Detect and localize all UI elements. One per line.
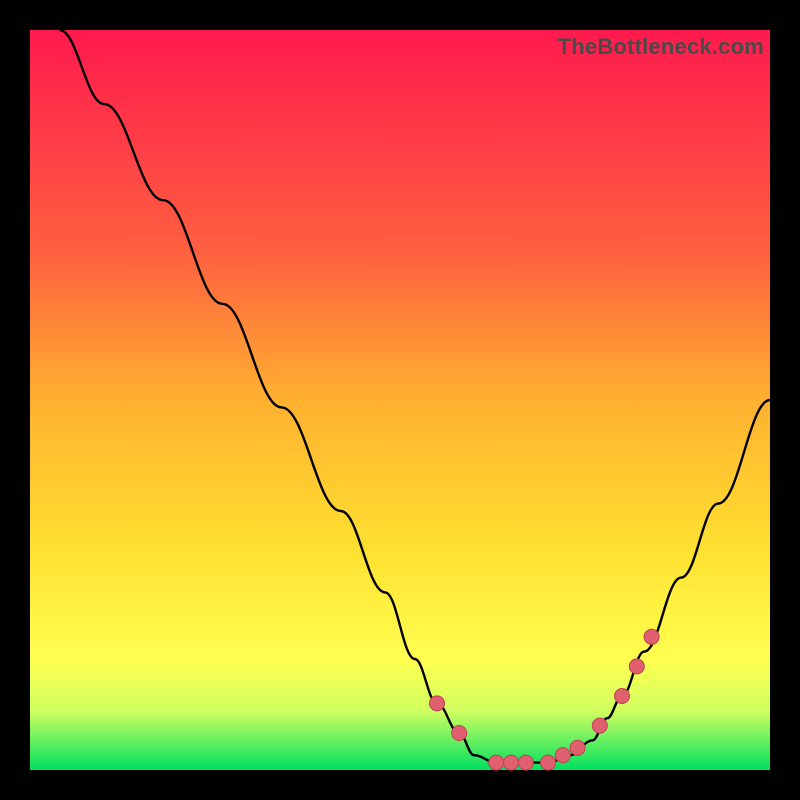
data-dot (452, 726, 467, 741)
data-dot (555, 748, 570, 763)
data-dot (644, 629, 659, 644)
data-dot (518, 755, 533, 770)
plot-area: TheBottleneck.com (30, 30, 770, 770)
data-dot (541, 755, 556, 770)
data-dot (629, 659, 644, 674)
data-dots (430, 629, 660, 770)
data-dot (430, 696, 445, 711)
data-dot (592, 718, 607, 733)
curve-line (60, 30, 770, 763)
chart-frame: TheBottleneck.com (0, 0, 800, 800)
data-dot (570, 740, 585, 755)
chart-svg (30, 30, 770, 770)
data-dot (489, 755, 504, 770)
data-dot (615, 689, 630, 704)
data-dot (504, 755, 519, 770)
